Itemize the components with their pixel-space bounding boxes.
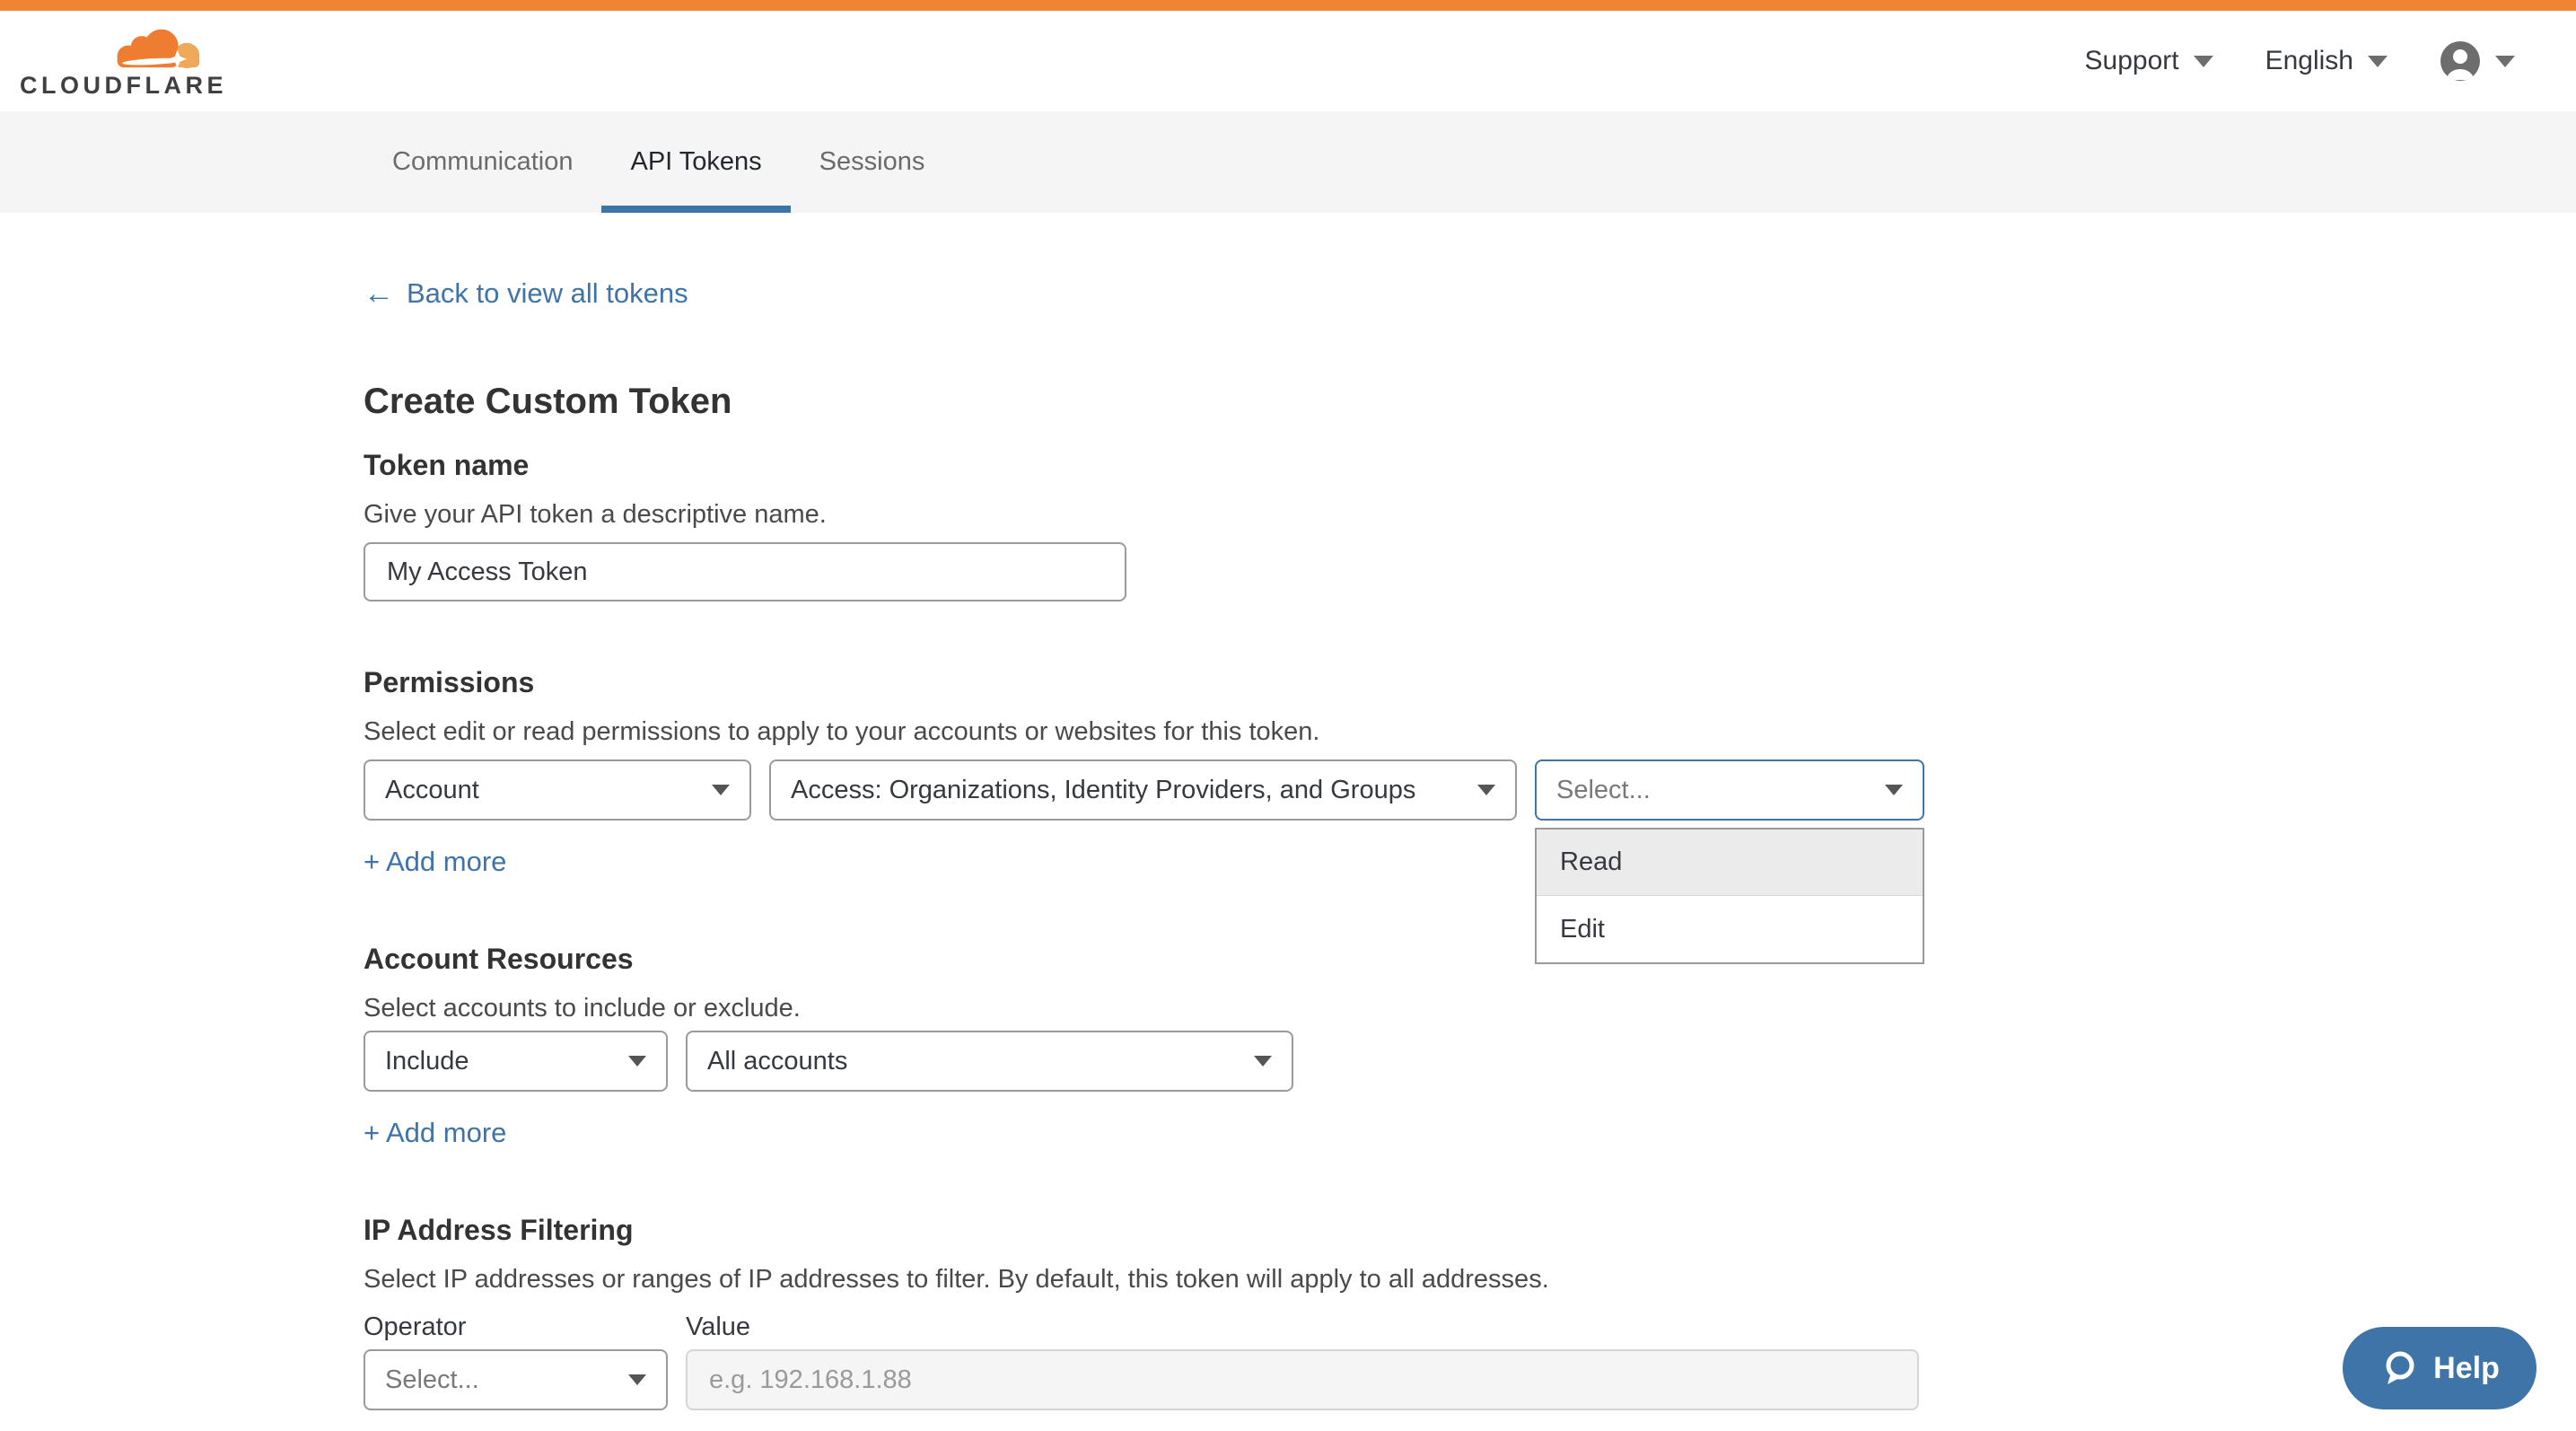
account-resources-row: Include All accounts (364, 1031, 2576, 1092)
account-resources-add-more-link[interactable]: + Add more (364, 1117, 506, 1149)
token-name-description: Give your API token a descriptive name. (364, 500, 2576, 530)
back-link-label: Back to view all tokens (407, 277, 688, 310)
ip-filtering-labels: Operator Value (364, 1312, 2576, 1342)
chevron-down-icon (2368, 56, 2388, 67)
permission-level-placeholder: Select... (1556, 776, 1651, 805)
tab-label: Communication (392, 147, 573, 177)
ip-operator-select[interactable]: Select... (364, 1349, 668, 1410)
ip-filtering-description: Select IP addresses or ranges of IP addr… (364, 1265, 2576, 1295)
cloudflare-cloud-icon (108, 23, 206, 70)
support-menu[interactable]: Support (2085, 46, 2213, 76)
chevron-down-icon (1254, 1056, 1272, 1067)
ip-filtering-heading: IP Address Filtering (364, 1214, 2576, 1247)
permission-level-menu: Read Edit (1535, 828, 1924, 964)
help-button-label: Help (2433, 1351, 2500, 1386)
cloudflare-wordmark: CLOUDFLARE (20, 72, 227, 100)
tab-api-tokens[interactable]: API Tokens (601, 111, 790, 213)
option-read[interactable]: Read (1537, 830, 1923, 896)
cloudflare-logo[interactable]: CLOUDFLARE (20, 23, 227, 100)
chevron-down-icon (628, 1056, 646, 1067)
header: CLOUDFLARE Support English (0, 11, 2576, 111)
permission-level-select[interactable]: Select... (1535, 759, 1924, 821)
account-menu[interactable] (2440, 40, 2515, 82)
chevron-down-icon (2495, 56, 2515, 67)
resource-mode-select[interactable]: Include (364, 1031, 668, 1092)
ip-value-input[interactable] (686, 1349, 1919, 1410)
token-name-heading: Token name (364, 449, 2576, 482)
page-title: Create Custom Token (364, 382, 2576, 422)
help-button[interactable]: Help (2343, 1327, 2537, 1409)
ip-operator-placeholder: Select... (385, 1365, 479, 1395)
token-name-input[interactable] (364, 542, 1126, 601)
back-to-tokens-link[interactable]: ← Back to view all tokens (364, 277, 688, 310)
account-resources-heading: Account Resources (364, 943, 2576, 976)
permissions-add-more-link[interactable]: + Add more (364, 846, 506, 878)
tab-sessions[interactable]: Sessions (791, 111, 954, 213)
back-arrow-icon: ← (364, 278, 394, 309)
option-edit[interactable]: Edit (1537, 896, 1923, 962)
ip-filtering-row: Select... (364, 1349, 2576, 1410)
permission-scope-select[interactable]: Account (364, 759, 751, 821)
value-label: Value (686, 1312, 750, 1342)
account-resources-description: Select accounts to include or exclude. (364, 994, 2576, 1023)
brand-accent-bar (0, 0, 2576, 11)
user-avatar-icon (2440, 40, 2481, 82)
permission-scope-value: Account (385, 776, 479, 805)
language-label: English (2265, 46, 2353, 76)
resource-accounts-select[interactable]: All accounts (686, 1031, 1293, 1092)
operator-label: Operator (364, 1312, 668, 1342)
support-label: Support (2085, 46, 2179, 76)
permission-resource-value: Access: Organizations, Identity Provider… (791, 776, 1415, 805)
chevron-down-icon (628, 1374, 646, 1385)
header-controls: Support English (2085, 40, 2515, 82)
permissions-heading: Permissions (364, 666, 2576, 699)
resource-mode-value: Include (385, 1047, 469, 1076)
permissions-description: Select edit or read permissions to apply… (364, 717, 2576, 747)
profile-tabbar: Communication API Tokens Sessions (0, 111, 2576, 213)
permissions-row: Account Access: Organizations, Identity … (364, 759, 2576, 821)
chevron-down-icon (2194, 56, 2213, 67)
tab-label: Sessions (819, 147, 925, 177)
main-content: ← Back to view all tokens Create Custom … (0, 213, 2576, 1410)
tab-label: API Tokens (630, 147, 761, 177)
chevron-down-icon (1477, 785, 1495, 795)
chat-bubble-icon (2379, 1348, 2419, 1388)
chevron-down-icon (712, 785, 730, 795)
chevron-down-icon (1885, 785, 1903, 795)
resource-accounts-value: All accounts (707, 1047, 847, 1076)
permission-resource-select[interactable]: Access: Organizations, Identity Provider… (769, 759, 1517, 821)
language-menu[interactable]: English (2265, 46, 2388, 76)
tab-communication[interactable]: Communication (364, 111, 601, 213)
